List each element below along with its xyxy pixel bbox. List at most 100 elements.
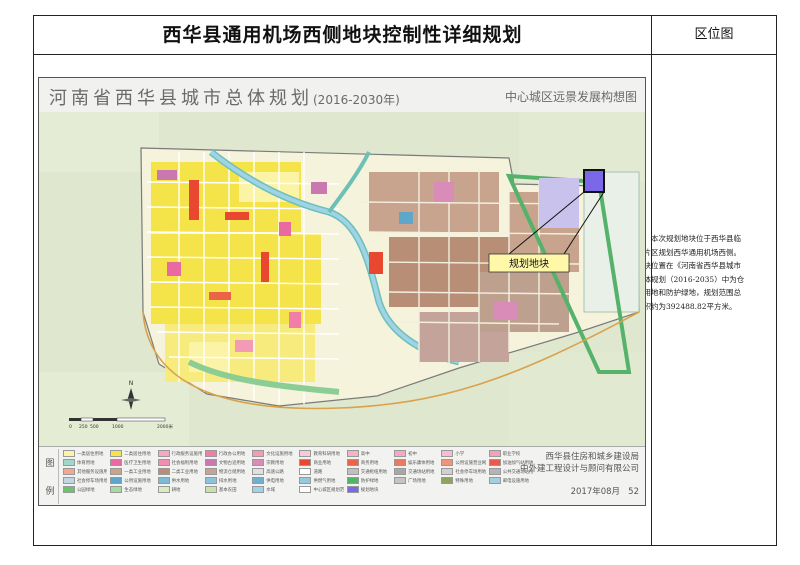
legend-swatch [346,459,359,466]
legend-swatch [110,477,123,484]
scale-label-2000: 2000米 [157,423,173,430]
legend-item-label: 二类居住用地 [124,451,151,457]
legend-swatch [204,468,217,475]
legend-item-label: 交通枢纽用地 [360,469,388,475]
legend-item: 小学 [441,449,485,458]
legend-item: 二类工业用地 [157,467,202,476]
legend-page: 52 [628,487,639,497]
legend-swatch [157,486,170,493]
planned-site-marker [583,169,605,193]
legend-item-label: 小学 [455,451,465,457]
legend-item: 规划地块 [346,485,391,494]
legend-item-label: 社会福利用地 [171,460,198,466]
legend-item: 基本农田 [204,485,249,494]
legend-swatch [252,468,265,475]
legend-date: 2017年08月 [570,487,621,497]
legend-item: 文化设施用地 [252,449,296,458]
legend-swatch [63,486,75,493]
legend-item-label: 商业用地 [313,460,332,466]
page-title: 西华县通用机场西侧地块控制性详细规划 [162,24,523,46]
north-label: N [129,380,134,387]
legend-swatch [441,450,454,457]
legend-item-label: 公用设施用地 [124,478,151,484]
legend-item-label: 行政服务设施用地 [171,451,202,457]
legend-item-label: 耕地 [171,487,181,493]
legend-item: 一类居住用地 [63,449,107,458]
legend-item: 教育科研用地 [299,449,343,458]
legend-item-label: 公园绿地 [77,487,95,493]
legend-item-label: 防护绿地 [360,478,379,484]
legend-date-line: 2017年08月 52 [571,485,639,497]
legend-item: 道路 [299,467,343,476]
legend-swatch [252,477,265,484]
legend-item-label: 供水用地 [171,478,190,484]
legend-item: 宗教用地 [252,458,296,467]
legend-item-label: 医疗卫生用地 [124,460,151,466]
legend-swatch [346,468,359,475]
legend-swatch [110,450,123,457]
legend-swatch [441,468,454,475]
legend-item: 社会停车场用地 [441,467,486,476]
legend-swatch [394,450,407,457]
legend-item-label: 供电用地 [266,478,284,484]
legend-item-label: 行政办公用地 [218,451,246,457]
legend-item-label: 水域 [266,487,275,493]
legend-item: 高速公路 [252,467,296,476]
legend-item: 一类工业用地 [110,467,154,476]
legend-item-label: 一类工业用地 [124,469,151,475]
legend-item: 行政服务设施用地 [157,449,202,458]
legend-item-label: 基本农田 [218,487,237,493]
legend-item: 初中 [394,449,438,458]
legend-item-label: 体育用地 [77,460,95,466]
master-plan-map: 河南省西华县城市总体规划(2016-2030年) 中心城区远景发展构想图 规划地… [38,77,646,506]
legend-swatch [299,486,312,493]
legend-item: 特殊用地 [441,476,485,485]
legend-grid: 一类居住用地 二类居住用地 行政服务设施用地 行政办公用地 文化设施用地 教育科研用地 高中… [63,449,533,504]
legend-item: 公用设施营业网点用地 [441,458,486,467]
legend-swatch [346,477,359,484]
legend-item-label: 初中 [408,451,417,457]
legend-item-label: 一类居住用地 [77,451,104,457]
legend-item: 行政办公用地 [204,449,249,458]
legend-swatch [299,450,312,457]
legend-item-label: 中心城区规划范围 [313,487,344,493]
legend-swatch [63,477,75,484]
legend-item-label: 商务用地 [360,460,379,466]
legend-item-label: 排水用地 [218,478,237,484]
legend-item: 娱乐康体用地 [394,458,438,467]
site-description: 本次规划地块位于西华县临空片区规划西华通用机场西侧。地块位置在《河南省西华县城市… [636,232,746,313]
map-legend: 图 例 一类居住用地 二类居住用地 行政服务设施用地 行政办公用地 文化设施用地 教育科研… [39,446,645,505]
legend-item-label: 邮电设施用地 [502,478,530,484]
legend-org-2: 中外建工程设计与顾问有限公司 [519,464,639,474]
legend-item-label: 公用设施营业网点用地 [455,460,486,466]
legend-item-label: 物流仓储用地 [218,469,246,475]
legend-item: 供燃气用地 [299,476,343,485]
legend-item: 防护绿地 [346,476,391,485]
legend-swatch [252,459,265,466]
legend-swatch [63,450,75,457]
legend-item: 其他服务设施用地 [63,467,107,476]
legend-item: 生态绿地 [110,485,154,494]
legend-item: 高中 [346,449,391,458]
land-use-map: 规划地块 N 0 250 500 1000 2000米 [39,112,645,446]
legend-swatch [299,459,312,466]
legend-item-label: 二类工业用地 [171,469,198,475]
legend-org-1: 西华县住房和城乡建设局 [545,452,639,462]
legend-title: 图 例 [42,449,59,504]
legend-item: 邮电设施用地 [488,476,533,485]
legend-swatch [157,450,170,457]
legend-item-label: 规划地块 [360,487,379,493]
legend-swatch [394,477,407,484]
legend-item-label: 宗教用地 [266,460,284,466]
legend-item-label: 广场用地 [408,478,426,484]
legend-item: 交通枢纽用地 [346,467,391,476]
legend-item: 中心城区规划范围 [299,485,344,494]
legend-item-label: 交通场站用地 [408,469,435,475]
legend-item: 排水用地 [204,476,249,485]
legend-item-label: 社会停车场用地 [77,478,108,484]
legend-swatch [110,486,123,493]
scale-label-250: 250 [79,424,88,430]
site-label: 规划地块 [509,257,549,270]
legend-item: 供水用地 [157,476,202,485]
legend-item: 社会停车场用地 [63,476,107,485]
